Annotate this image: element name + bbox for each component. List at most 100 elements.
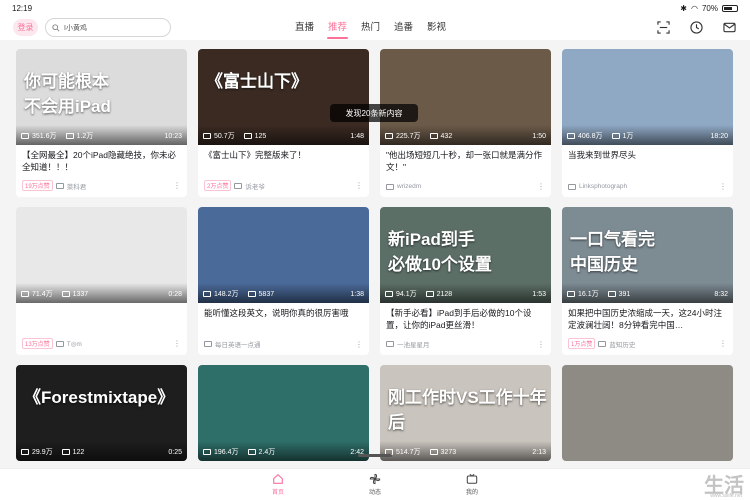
video-card[interactable]: 406.8万 1万 18:20 当我来到世界尽头 Linksphotograph ⋮ <box>562 49 733 197</box>
play-count-icon <box>203 133 211 139</box>
nav-dynamic-label: 动态 <box>368 490 381 496</box>
play-count-icon <box>385 133 393 139</box>
video-duration: 8:32 <box>714 290 728 298</box>
more-options-icon[interactable]: ⋮ <box>173 181 181 190</box>
more-options-icon[interactable]: ⋮ <box>355 340 363 349</box>
video-thumbnail[interactable]: 406.8万 1万 18:20 <box>562 49 733 145</box>
uploader-name[interactable]: 每日英语一点通 <box>215 339 261 349</box>
video-card[interactable]: 71.4万 1337 0:28 13万点赞 T◎m ⋮ <box>16 207 187 355</box>
uploader-icon <box>568 183 576 190</box>
nav-mine[interactable]: 我的 <box>457 473 487 496</box>
more-options-icon[interactable]: ⋮ <box>719 182 727 191</box>
video-stats: 94.1万 2128 1:53 <box>385 289 546 299</box>
video-card[interactable]: 刚工作时VS工作十年后 514.7万 3273 2:13 <box>380 365 551 461</box>
card-footer: 2万点赞 诉老爷 ⋮ <box>204 180 363 191</box>
video-thumbnail[interactable]: 148.2万 5837 1:38 <box>198 207 369 303</box>
danmaku-count: 3273 <box>440 448 457 456</box>
play-count: 196.4万 <box>214 449 239 456</box>
uploader-name[interactable]: 诉老爷 <box>245 181 265 191</box>
search-icon <box>52 23 60 32</box>
top-icons <box>655 19 737 35</box>
video-card[interactable]: 一口气看完 中国历史 16.1万 391 8:32 如果把中国历史浓缩成一天，这24小时… <box>562 207 733 355</box>
video-title[interactable]: 如果把中国历史浓缩成一天，这24小时注定波澜壮阔！8分钟看完中国… <box>562 303 733 333</box>
more-options-icon[interactable]: ⋮ <box>537 182 545 191</box>
danmaku-count: 122 <box>72 448 85 456</box>
video-thumbnail[interactable]: 71.4万 1337 0:28 <box>16 207 187 303</box>
video-stats: 71.4万 1337 0:28 <box>21 289 182 299</box>
video-card[interactable]: 《富士山下》 50.7万 125 1:48 《富士山下》完整版来了！ 2万点赞 诉老爷 ⋮ <box>198 49 369 197</box>
video-title[interactable]: 【全网最全】20个iPad隐藏绝技，你未必全知道！！！ <box>16 145 187 175</box>
tab-anime[interactable]: 追番 <box>387 16 420 40</box>
more-options-icon[interactable]: ⋮ <box>173 339 181 348</box>
message-icon[interactable] <box>721 19 737 35</box>
scan-icon[interactable] <box>655 19 671 35</box>
play-count-icon <box>21 133 29 139</box>
video-title[interactable]: 能听懂这段英文，说明你真的很厉害哦 <box>198 303 369 333</box>
video-title[interactable]: 当我来到世界尽头 <box>562 145 733 175</box>
login-button[interactable]: 登录 <box>13 19 38 36</box>
danmaku-count: 5837 <box>258 290 275 298</box>
history-icon[interactable] <box>688 19 704 35</box>
video-duration: 0:25 <box>168 448 182 456</box>
video-card[interactable]: 《Forestmixtape》 29.9万 122 0:25 <box>16 365 187 461</box>
tab-live[interactable]: 直播 <box>288 16 321 40</box>
video-title[interactable] <box>16 303 187 333</box>
watermark-url: www.sslife.net <box>710 493 742 499</box>
danmaku-icon <box>429 449 438 455</box>
video-thumbnail[interactable]: 你可能根本 不会用iPad 351.6万 1.2万 10:23 <box>16 49 187 145</box>
uploader-name[interactable]: 菜科君 <box>67 181 87 191</box>
search-input[interactable]: I小黄鸡 <box>45 18 171 37</box>
danmaku-count: 2128 <box>436 290 453 298</box>
video-duration: 10:23 <box>164 132 182 140</box>
danmaku-icon <box>429 133 438 139</box>
uploader-name[interactable]: wrizedm <box>397 183 421 190</box>
video-thumbnail[interactable]: 《Forestmixtape》 29.9万 122 0:25 <box>16 365 187 461</box>
video-card[interactable]: 225.7万 432 1:50 "他出场短短几十秒，却一张口就是满分作文！" wrize… <box>380 49 551 197</box>
video-thumbnail[interactable]: 《富士山下》 50.7万 125 1:48 <box>198 49 369 145</box>
tab-hot[interactable]: 热门 <box>354 16 387 40</box>
video-thumbnail[interactable]: 新iPad到手 必做10个设置 94.1万 2128 1:53 <box>380 207 551 303</box>
video-stats: 50.7万 125 1:48 <box>203 131 364 141</box>
uploader-name[interactable]: 一池星星月 <box>397 339 430 349</box>
status-indicators: ✱ ◠ 70% <box>680 4 738 13</box>
thumbnail-caption: 刚工作时VS工作十年后 <box>388 388 547 432</box>
card-footer: 每日英语一点通 ⋮ <box>204 339 363 349</box>
more-options-icon[interactable]: ⋮ <box>719 339 727 348</box>
video-title[interactable]: 《富士山下》完整版来了！ <box>198 145 369 175</box>
battery-percent: 70% <box>701 3 718 13</box>
video-thumbnail[interactable]: 225.7万 432 1:50 <box>380 49 551 145</box>
play-count-icon <box>21 449 29 455</box>
battery-icon <box>722 4 738 12</box>
more-options-icon[interactable]: ⋮ <box>355 181 363 190</box>
video-stats: 16.1万 391 8:32 <box>567 289 728 299</box>
video-card[interactable]: 148.2万 5837 1:38 能听懂这段英文，说明你真的很厉害哦每日英语一点通 ⋮ <box>198 207 369 355</box>
video-thumbnail[interactable] <box>562 365 733 461</box>
uploader-icon <box>204 341 212 347</box>
nav-home[interactable]: 首页 <box>263 473 293 496</box>
play-count: 514.7万 <box>396 449 421 456</box>
uploader-icon <box>598 340 607 347</box>
danmaku-icon <box>61 449 70 455</box>
uploader-name[interactable]: Linksphotograph <box>579 183 627 190</box>
video-title[interactable]: "他出场短短几十秒，却一张口就是满分作文！" <box>380 145 551 175</box>
video-card[interactable] <box>562 365 733 461</box>
video-thumbnail[interactable]: 一口气看完 中国历史 16.1万 391 8:32 <box>562 207 733 303</box>
thumbnail-caption: 新iPad到手 必做10个设置 <box>388 230 492 274</box>
tab-movies[interactable]: 影视 <box>420 16 453 40</box>
tab-recommend[interactable]: 推荐 <box>321 16 354 40</box>
video-card[interactable]: 196.4万 2.4万 2:42 <box>198 365 369 461</box>
video-card[interactable]: 新iPad到手 必做10个设置 94.1万 2128 1:53 【新手必看】iPad到手… <box>380 207 551 355</box>
status-bar: 12:19 ✱ ◠ 70% <box>0 0 750 16</box>
new-content-toast[interactable]: 发现20条新内容 <box>330 104 418 122</box>
video-thumbnail[interactable]: 196.4万 2.4万 2:42 <box>198 365 369 461</box>
uploader-name[interactable]: T◎m <box>67 340 82 348</box>
video-card[interactable]: 你可能根本 不会用iPad 351.6万 1.2万 10:23 【全网最全】20个iPa… <box>16 49 187 197</box>
nav-dynamic[interactable]: 动态 <box>360 473 390 496</box>
tv-icon <box>466 473 478 484</box>
more-options-icon[interactable]: ⋮ <box>537 340 545 349</box>
video-thumbnail[interactable]: 刚工作时VS工作十年后 514.7万 3273 2:13 <box>380 365 551 461</box>
play-count: 50.7万 <box>214 133 235 140</box>
video-title[interactable]: 【新手必看】iPad到手后必做的10个设置，让你的iPad更丝滑！ <box>380 303 551 333</box>
danmaku-count: 125 <box>254 132 267 140</box>
uploader-name[interactable]: 蓝知历史 <box>609 339 635 349</box>
